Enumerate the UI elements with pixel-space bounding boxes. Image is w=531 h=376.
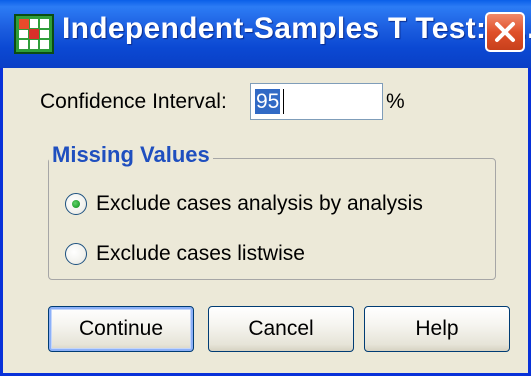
radio-label: Exclude cases listwise bbox=[96, 242, 305, 265]
percent-unit-label: % bbox=[386, 90, 405, 113]
window-title: Independent-Samples T Test: O... bbox=[62, 12, 531, 45]
confidence-interval-input[interactable]: 95 bbox=[250, 83, 383, 120]
independent-samples-t-test-options-dialog: Independent-Samples T Test: O... Confide… bbox=[0, 0, 531, 376]
close-button[interactable] bbox=[485, 12, 525, 52]
continue-button[interactable]: Continue bbox=[48, 306, 194, 352]
close-icon bbox=[495, 22, 515, 42]
confidence-interval-label: Confidence Interval: bbox=[40, 90, 227, 113]
text-caret bbox=[283, 89, 284, 114]
radio-label: Exclude cases analysis by analysis bbox=[96, 192, 423, 215]
radio-exclude-analysis-by-analysis[interactable]: Exclude cases analysis by analysis bbox=[65, 192, 423, 216]
confidence-interval-value: 95 bbox=[255, 89, 281, 114]
missing-values-title: Missing Values bbox=[49, 142, 213, 168]
spss-grid-icon bbox=[14, 14, 54, 54]
help-button[interactable]: Help bbox=[364, 306, 510, 352]
radio-button-selected[interactable] bbox=[65, 193, 87, 215]
radio-button-unselected[interactable] bbox=[65, 243, 87, 265]
title-bar[interactable]: Independent-Samples T Test: O... bbox=[0, 0, 531, 68]
cancel-button[interactable]: Cancel bbox=[208, 306, 354, 352]
radio-exclude-listwise[interactable]: Exclude cases listwise bbox=[65, 242, 305, 266]
